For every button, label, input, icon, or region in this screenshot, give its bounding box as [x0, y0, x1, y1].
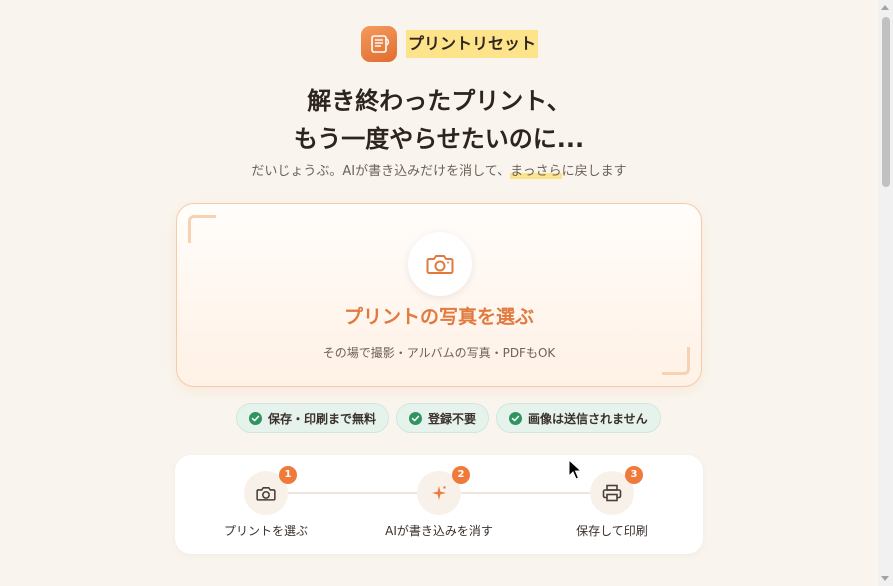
upload-title: プリントの写真を選ぶ	[343, 306, 534, 328]
step-number-badge: 2	[452, 466, 470, 484]
title-line-1: 解き終わったプリント、	[307, 87, 571, 115]
sparkle-icon: 2	[417, 466, 470, 515]
step-number-badge: 3	[625, 466, 643, 484]
page-subtitle: だいじょうぶ。AIが書き込みだけを消して、まっさらに戻します	[0, 163, 878, 181]
app-name: プリントリセット	[406, 30, 539, 58]
vertical-scrollbar[interactable]	[878, 0, 893, 586]
check-icon	[249, 411, 262, 425]
scroll-up-arrow-icon[interactable]	[881, 5, 889, 10]
feature-badges: 保存・印刷まで無料 登録不要 画像は送信されません	[236, 403, 661, 433]
badge-private: 画像は送信されません	[496, 403, 661, 433]
page: プリントリセット 解き終わったプリント、 もう一度やらせたいのに... だいじょ…	[0, 0, 878, 586]
notebook-reset-icon	[361, 26, 397, 62]
mouse-cursor-icon	[568, 458, 583, 485]
badge-free: 保存・印刷まで無料	[236, 403, 390, 433]
camera-icon	[408, 232, 472, 296]
upload-photo-button[interactable]: プリントの写真を選ぶ その場で撮影・アルバムの写真・PDFもOK	[176, 203, 702, 387]
subtitle-highlight: まっさら	[510, 164, 562, 179]
step-label: AIが書き込みを消す	[385, 524, 493, 538]
upload-subtitle: その場で撮影・アルバムの写真・PDFもOK	[322, 346, 556, 360]
step-label: 保存して印刷	[576, 524, 648, 538]
badge-label: 保存・印刷まで無料	[268, 411, 377, 426]
title-line-2: もう一度やらせたいのに...	[293, 125, 585, 153]
brand-header[interactable]: プリントリセット	[361, 26, 539, 62]
frame-corner-top-left	[188, 215, 216, 243]
step-select: 1 プリントを選ぶ	[186, 466, 346, 539]
step-number-badge: 1	[279, 466, 297, 484]
camera-icon: 1	[244, 466, 297, 515]
printer-icon: 3	[590, 466, 643, 515]
check-icon	[509, 411, 523, 425]
badge-no-signup: 登録不要	[396, 403, 490, 433]
page-title: 解き終わったプリント、 もう一度やらせたいのに...	[0, 82, 878, 158]
step-label: プリントを選ぶ	[223, 524, 308, 538]
subtitle-text-after: に戻します	[561, 164, 627, 179]
how-it-works-steps: 1 プリントを選ぶ 2 AIが書き込みを消す 3 保存して印刷	[175, 455, 703, 554]
step-print: 3 保存して印刷	[532, 466, 692, 539]
subtitle-text-before: だいじょうぶ。AIが書き込みだけを消して、	[251, 164, 511, 179]
scrollbar-thumb[interactable]	[882, 17, 890, 187]
step-erase: 2 AIが書き込みを消す	[359, 466, 519, 539]
scroll-down-arrow-icon[interactable]	[881, 576, 889, 581]
check-icon	[409, 411, 423, 425]
badge-label: 画像は送信されません	[528, 411, 648, 426]
badge-label: 登録不要	[428, 411, 477, 426]
